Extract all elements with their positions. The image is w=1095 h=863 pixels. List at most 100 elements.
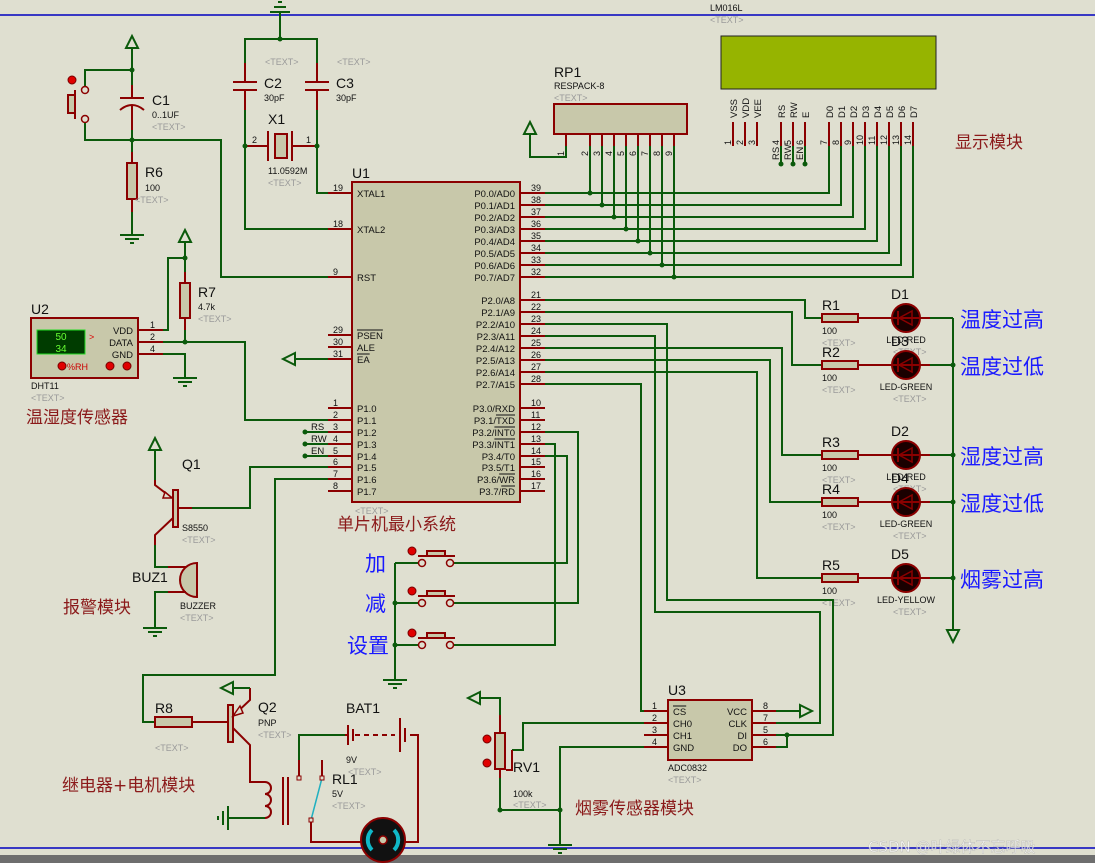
bat1-value: 9V [346, 755, 357, 765]
crystal-circuit[interactable]: <TEXT> <TEXT> C2 30pF C3 30pF 2 1 X1 11.… [233, 1, 371, 230]
mcu-u1[interactable]: U1 19 XTAL1 18 XTAL2 9 RST 29 PSEN 30 ALE 31 EA 1 P1.… [302, 165, 546, 516]
pin-number: 16 [531, 469, 541, 479]
led-indicators[interactable]: R1100<TEXT>D1LED-RED<TEXT>温度过高R2100<TEXT… [545, 286, 1044, 645]
resistor-value: 100 [822, 373, 837, 383]
net-label: RS [311, 422, 324, 433]
pin-number: 22 [531, 302, 541, 312]
module-label-relay-motor: 继电器+电机模块 [62, 776, 195, 796]
power-arrow-icon [177, 227, 193, 243]
dht-pin-name: DATA [109, 338, 134, 349]
pin-number: 31 [333, 349, 343, 359]
ground-icon [383, 679, 407, 689]
x1-value: 11.0592M [268, 166, 307, 176]
mcu-ref: U1 [352, 165, 370, 181]
pin-name: CS [673, 707, 686, 718]
pin-number: 8 [763, 701, 768, 711]
wire [163, 353, 186, 378]
pin-number: 29 [333, 325, 343, 335]
pin-name: P0.4/AD4 [474, 237, 515, 248]
button-actuator-icon[interactable] [407, 546, 417, 556]
pin-number: 13 [531, 434, 541, 444]
wire [545, 311, 822, 366]
pin-number: 12 [879, 135, 889, 145]
x1-pin-num: 1 [306, 135, 311, 145]
led-part: LED-GREEN [880, 382, 933, 392]
x1-ref: X1 [268, 111, 285, 127]
lcd-lm016l[interactable]: LM016L <TEXT> VSS1VDD2VEE3RS4RW5E6D07D18… [710, 3, 937, 167]
button-2[interactable]: 设置 [347, 628, 455, 658]
pin-name: P1.6 [357, 475, 377, 486]
pin-number: 6 [628, 151, 638, 156]
r7-text-placeholder: <TEXT> [198, 314, 232, 324]
adc0832[interactable]: 1 CS 8 VCC 2 CH0 7 CLK 3 CH1 5 DI 4 GND 6 DO U3 ADC0832… [465, 323, 834, 854]
alarm-circuit[interactable]: Q1 S8550 <TEXT> BUZ1 BUZZER <TEXT> [132, 435, 328, 637]
r6-value: 100 [145, 183, 160, 193]
dht-down-icon[interactable] [122, 361, 132, 371]
pin-number: 36 [531, 219, 541, 229]
reset-button[interactable] [67, 94, 76, 114]
button-actuator-icon[interactable] [407, 586, 417, 596]
ground-icon [217, 806, 229, 830]
button-0[interactable]: 加 [365, 546, 455, 576]
relay-switch[interactable] [310, 777, 323, 821]
pin-number: 32 [531, 267, 541, 277]
pin-name: P3.1/TXD [474, 416, 515, 427]
led-row-0[interactable]: R1100<TEXT>D1LED-RED<TEXT>温度过高 [821, 286, 1044, 357]
pin-number: 7 [640, 151, 650, 156]
pin-number: 4 [604, 151, 614, 156]
rv1-decrease-icon[interactable] [482, 758, 492, 768]
pin-name: CH1 [673, 731, 692, 742]
led-row-4[interactable]: R5100<TEXT>D5LED-YELLOW<TEXT>烟雾过高 [821, 546, 1044, 617]
button-1[interactable]: 减 [365, 586, 455, 616]
pin-number: 9 [333, 267, 338, 277]
rv1-increase-icon[interactable] [482, 734, 492, 744]
pin-number: 8 [652, 151, 662, 156]
pin-number: 12 [531, 422, 541, 432]
pin-name: P2.0/A8 [481, 296, 515, 307]
power-arrow-icon [280, 351, 296, 367]
pin-number: 25 [531, 338, 541, 348]
rp1-part: RESPACK-8 [554, 81, 604, 91]
power-arrow-icon [799, 703, 815, 719]
resistor-pack-rp1[interactable]: RP1 RESPACK-8 <TEXT> 1 23456789 [522, 64, 688, 158]
pin-number: 9 [843, 140, 853, 145]
pin-name: P2.7/A15 [476, 380, 515, 391]
pin-number: 2 [580, 151, 590, 156]
pin-name: P2.6/A14 [476, 368, 515, 379]
pin-number: 1 [333, 398, 338, 408]
pin-name: P2.5/A13 [476, 356, 515, 367]
rp1-body [553, 103, 688, 135]
button-actuator-icon[interactable] [67, 75, 77, 85]
schematic-canvas[interactable]: U1 19XTAL118XTAL29RST29PSEN30ALE31EA1P1.… [0, 0, 1095, 863]
pin-name: P1.4 [357, 452, 377, 463]
indicator-label: 温度过低 [960, 355, 1044, 379]
pin-number: 3 [592, 151, 602, 156]
pin-name: D0 [825, 106, 836, 118]
pin-number: 6 [763, 737, 768, 747]
resistor-ref: R4 [822, 481, 840, 497]
ground-icon [548, 844, 572, 854]
c1-text-placeholder: <TEXT> [152, 122, 186, 132]
indicator-label: 湿度过低 [960, 492, 1044, 516]
indicator-label: 烟雾过高 [960, 568, 1044, 592]
led-row-2[interactable]: R3100<TEXT>D2LED-RED<TEXT>湿度过高 [821, 423, 1044, 494]
resistor-ref: R2 [822, 344, 840, 360]
dht11-sensor[interactable]: U2 50 34 > %RH VDD DATA GND 1 2 4 DHT11 … [30, 227, 328, 421]
led-ref: D5 [891, 546, 909, 562]
dht-up-icon[interactable] [105, 361, 115, 371]
pin-name: P1.1 [357, 416, 377, 427]
pin-name: P3.5/T1 [482, 463, 515, 474]
wire [298, 734, 345, 760]
c1-ref: C1 [152, 92, 170, 108]
pin-name: DO [733, 743, 747, 754]
reset-circuit[interactable]: C1 0..1UF <TEXT> R6 100 <TEXT> [67, 33, 328, 278]
module-label-alarm: 报警模块 [63, 598, 131, 618]
net-label: RW [311, 434, 327, 445]
pin-name: P1.7 [357, 487, 377, 498]
dht-toggle-icon[interactable] [57, 361, 67, 371]
rp1-text-placeholder: <TEXT> [554, 93, 588, 103]
button-label: 减 [365, 592, 386, 616]
pin-name: P3.6/WR [477, 475, 515, 486]
potentiometer-rv1[interactable] [494, 732, 506, 770]
button-actuator-icon[interactable] [407, 628, 417, 638]
